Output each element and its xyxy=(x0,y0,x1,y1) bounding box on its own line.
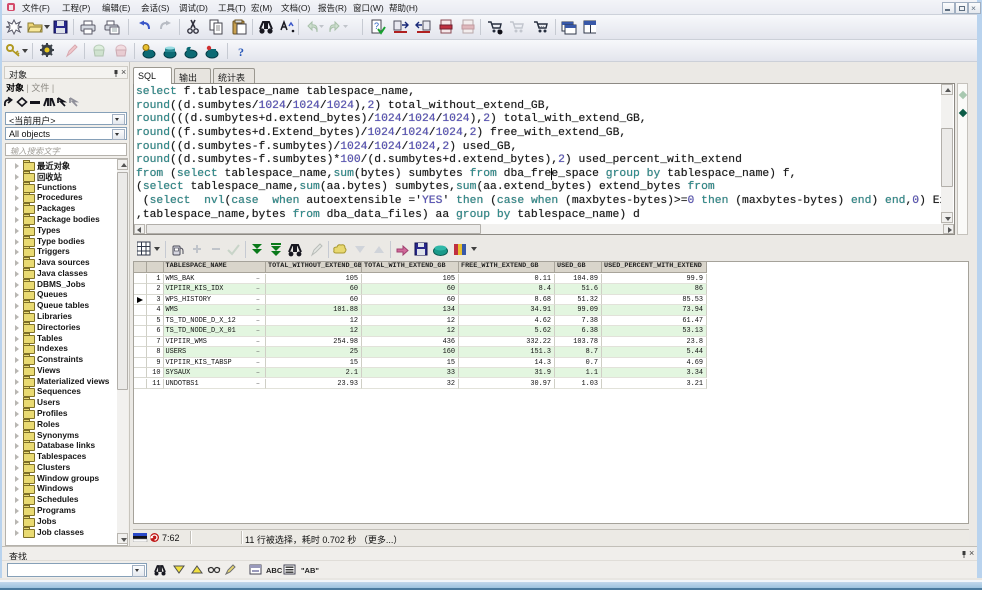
svg-text:?: ? xyxy=(238,45,244,59)
svg-text:"AB": "AB" xyxy=(301,566,319,575)
svg-text:...: ... xyxy=(539,23,544,29)
svg-text:ABC: ABC xyxy=(266,566,283,575)
